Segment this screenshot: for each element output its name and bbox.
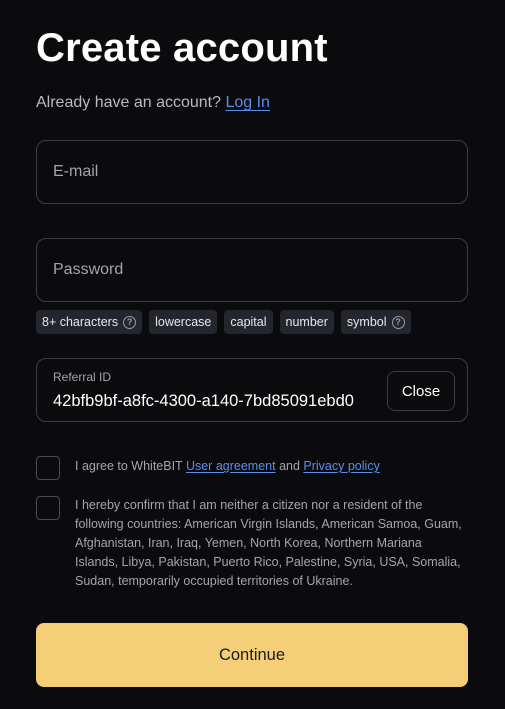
create-account-page: Create account Already have an account? … bbox=[0, 0, 505, 709]
question-circle-icon[interactable]: ? bbox=[391, 315, 405, 329]
agreement-text: I agree to WhiteBIT User agreement and P… bbox=[75, 459, 380, 473]
question-circle-icon[interactable]: ? bbox=[123, 315, 137, 329]
email-field[interactable]: E-mail bbox=[36, 140, 468, 204]
agreement-checkbox[interactable] bbox=[36, 456, 60, 480]
continue-button[interactable]: Continue bbox=[36, 623, 468, 687]
referral-close-button[interactable]: Close bbox=[387, 371, 455, 411]
login-link[interactable]: Log In bbox=[225, 94, 269, 111]
login-prompt: Already have an account? Log In bbox=[36, 93, 270, 113]
requirement-number-chip: number bbox=[279, 310, 334, 334]
requirement-symbol-chip: symbol ? bbox=[340, 310, 411, 334]
residency-confirmation-text: I hereby confirm that I am neither a cit… bbox=[75, 498, 462, 588]
password-placeholder: Password bbox=[53, 261, 124, 278]
requirement-capital-chip: capital bbox=[224, 310, 273, 334]
referral-id-label: Referral ID bbox=[53, 370, 112, 384]
user-agreement-link[interactable]: User agreement bbox=[186, 459, 276, 473]
page-title: Create account bbox=[36, 26, 328, 70]
privacy-policy-link[interactable]: Privacy policy bbox=[303, 459, 379, 473]
residency-checkbox[interactable] bbox=[36, 496, 60, 520]
password-field[interactable]: Password bbox=[36, 238, 468, 302]
password-requirements: 8+ characters ? lowercase capital number… bbox=[36, 310, 411, 334]
referral-id-field[interactable]: Referral ID 42bfb9bf-a8fc-4300-a140-7bd8… bbox=[36, 358, 468, 422]
referral-id-value[interactable]: 42bfb9bf-a8fc-4300-a140-7bd85091ebd0 bbox=[53, 391, 379, 411]
requirement-lowercase-chip: lowercase bbox=[149, 310, 218, 334]
residency-confirmation-row: I hereby confirm that I am neither a cit… bbox=[36, 496, 468, 591]
have-account-text: Already have an account? bbox=[36, 94, 222, 111]
requirement-length-chip: 8+ characters ? bbox=[36, 310, 143, 334]
agreement-row: I agree to WhiteBIT User agreement and P… bbox=[36, 456, 468, 480]
email-placeholder: E-mail bbox=[53, 163, 99, 180]
